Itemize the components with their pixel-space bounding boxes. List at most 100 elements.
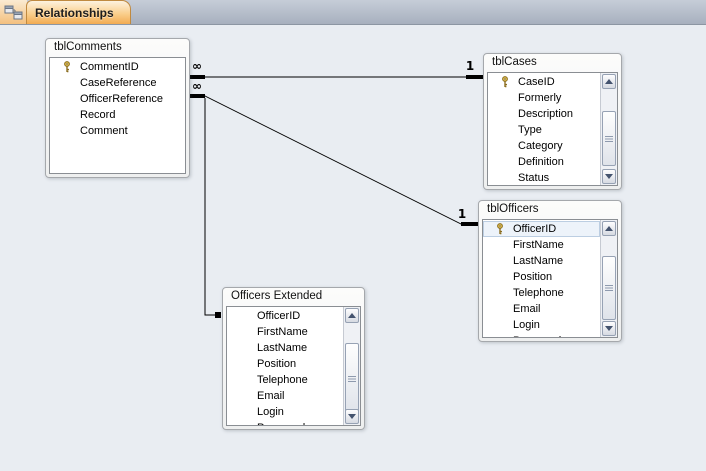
field-list-body: CaseID Formerly Description Type Categor… xyxy=(487,72,618,186)
field-name: FirstName xyxy=(513,239,564,251)
scrollbar-thumb[interactable] xyxy=(602,111,616,166)
arrow-down-icon xyxy=(348,414,356,419)
arrow-up-icon xyxy=(605,226,613,231)
field-row[interactable]: Email xyxy=(483,301,600,317)
field-name: Description xyxy=(518,108,574,120)
tab-relationships[interactable]: Relationships xyxy=(26,0,131,24)
field-name: Definition xyxy=(518,156,564,168)
field-name: Formerly xyxy=(518,92,562,104)
field-name: Type xyxy=(518,124,542,136)
field-name: Telephone xyxy=(257,374,308,386)
tab-relationships-label: Relationships xyxy=(35,5,114,20)
arrow-up-icon xyxy=(605,79,613,84)
field-name: Login xyxy=(257,406,284,418)
arrow-down-icon xyxy=(605,174,613,179)
field-row[interactable]: CaseReference xyxy=(50,75,185,91)
field-row[interactable]: Password xyxy=(227,420,343,425)
scroll-down-button[interactable] xyxy=(602,321,616,336)
scroll-up-button[interactable] xyxy=(602,221,616,236)
field-row[interactable]: Comment xyxy=(50,123,185,139)
field-list-tblCases[interactable]: tblCases CaseID Formerly Description Typ… xyxy=(483,53,622,190)
primary-key-icon xyxy=(494,223,506,235)
document-tab-bar: Relationships xyxy=(0,0,706,25)
field-list-body: OfficerID FirstName LastName Position Te… xyxy=(226,306,361,426)
scroll-down-button[interactable] xyxy=(602,169,616,184)
field-row[interactable]: Telephone xyxy=(483,285,600,301)
field-row[interactable]: Password xyxy=(483,333,600,337)
one-symbol-comments-officers: 1 xyxy=(457,207,467,221)
field-row[interactable]: LastName xyxy=(227,340,343,356)
field-list-title[interactable]: tblOfficers xyxy=(487,203,617,218)
scrollbar-thumb[interactable] xyxy=(602,256,616,320)
thumb-grip-icon xyxy=(605,285,613,291)
field-list-tblOfficers[interactable]: tblOfficers OfficerID FirstName LastName… xyxy=(478,200,622,342)
field-list-tblComments[interactable]: tblComments CommentID CaseReference Offi… xyxy=(45,38,190,178)
primary-key-icon xyxy=(499,76,511,88)
field-name: Telephone xyxy=(513,287,564,299)
field-name: OfficerReference xyxy=(80,93,163,105)
scroll-up-button[interactable] xyxy=(345,308,359,323)
field-list-officers-extended[interactable]: Officers Extended OfficerID FirstName La… xyxy=(222,287,365,430)
field-name: Password xyxy=(257,422,305,425)
field-list-title[interactable]: Officers Extended xyxy=(231,290,360,305)
field-name: CommentID xyxy=(80,61,139,73)
field-name: Position xyxy=(257,358,297,370)
vertical-scrollbar[interactable] xyxy=(600,73,617,185)
field-row[interactable]: Type xyxy=(488,122,600,138)
thumb-grip-icon xyxy=(348,376,356,382)
field-name: Password xyxy=(513,335,561,337)
field-name: Position xyxy=(513,271,553,283)
field-row[interactable]: Record xyxy=(50,107,185,123)
field-name: Record xyxy=(80,109,116,121)
field-list-title[interactable]: tblCases xyxy=(492,56,617,71)
field-row[interactable]: Login xyxy=(227,404,343,420)
field-list-body: CommentID CaseReference OfficerReference… xyxy=(49,57,186,174)
many-symbol-comments-cases: ∞ xyxy=(192,59,202,73)
field-row[interactable]: Formerly xyxy=(488,90,600,106)
field-row[interactable]: Definition xyxy=(488,154,600,170)
field-name: Status xyxy=(518,172,550,184)
field-row[interactable]: Status xyxy=(488,170,600,185)
field-name: Login xyxy=(513,319,540,331)
field-name: LastName xyxy=(513,255,564,267)
field-row[interactable]: Login xyxy=(483,317,600,333)
field-row[interactable]: Telephone xyxy=(227,372,343,388)
field-row[interactable]: Description xyxy=(488,106,600,122)
field-name: Category xyxy=(518,140,563,152)
field-row[interactable]: CaseID xyxy=(488,74,600,90)
field-row[interactable]: FirstName xyxy=(227,324,343,340)
field-name: FirstName xyxy=(257,326,308,338)
one-symbol-comments-cases: 1 xyxy=(465,59,475,73)
field-row[interactable]: OfficerReference xyxy=(50,91,185,107)
thumb-grip-icon xyxy=(605,135,613,142)
field-row[interactable]: Position xyxy=(483,269,600,285)
relationships-icon xyxy=(4,5,23,20)
field-row[interactable]: LastName xyxy=(483,253,600,269)
field-row[interactable]: CommentID xyxy=(50,59,185,75)
field-row[interactable]: Position xyxy=(227,356,343,372)
scroll-down-button[interactable] xyxy=(345,409,359,424)
primary-key-icon xyxy=(61,61,73,73)
field-row[interactable]: Category xyxy=(488,138,600,154)
field-name: OfficerID xyxy=(513,223,557,235)
field-row[interactable]: OfficerID xyxy=(227,308,343,324)
vertical-scrollbar[interactable] xyxy=(600,220,617,337)
arrow-down-icon xyxy=(605,326,613,331)
field-row[interactable]: FirstName xyxy=(483,237,600,253)
scroll-up-button[interactable] xyxy=(602,74,616,89)
field-name: Comment xyxy=(80,125,128,137)
field-name: CaseID xyxy=(518,76,555,88)
field-name: LastName xyxy=(257,342,308,354)
field-list-title[interactable]: tblComments xyxy=(54,41,185,56)
field-name: Email xyxy=(257,390,285,402)
field-list-body: OfficerID FirstName LastName Position Te… xyxy=(482,219,618,338)
field-name: Email xyxy=(513,303,541,315)
arrow-up-icon xyxy=(348,313,356,318)
many-symbol-comments-officers: ∞ xyxy=(192,79,202,93)
field-row-selected[interactable]: OfficerID xyxy=(483,221,600,237)
field-name: CaseReference xyxy=(80,77,157,89)
scrollbar-thumb[interactable] xyxy=(345,343,359,415)
vertical-scrollbar[interactable] xyxy=(343,307,360,425)
field-name: OfficerID xyxy=(257,310,301,322)
field-row[interactable]: Email xyxy=(227,388,343,404)
